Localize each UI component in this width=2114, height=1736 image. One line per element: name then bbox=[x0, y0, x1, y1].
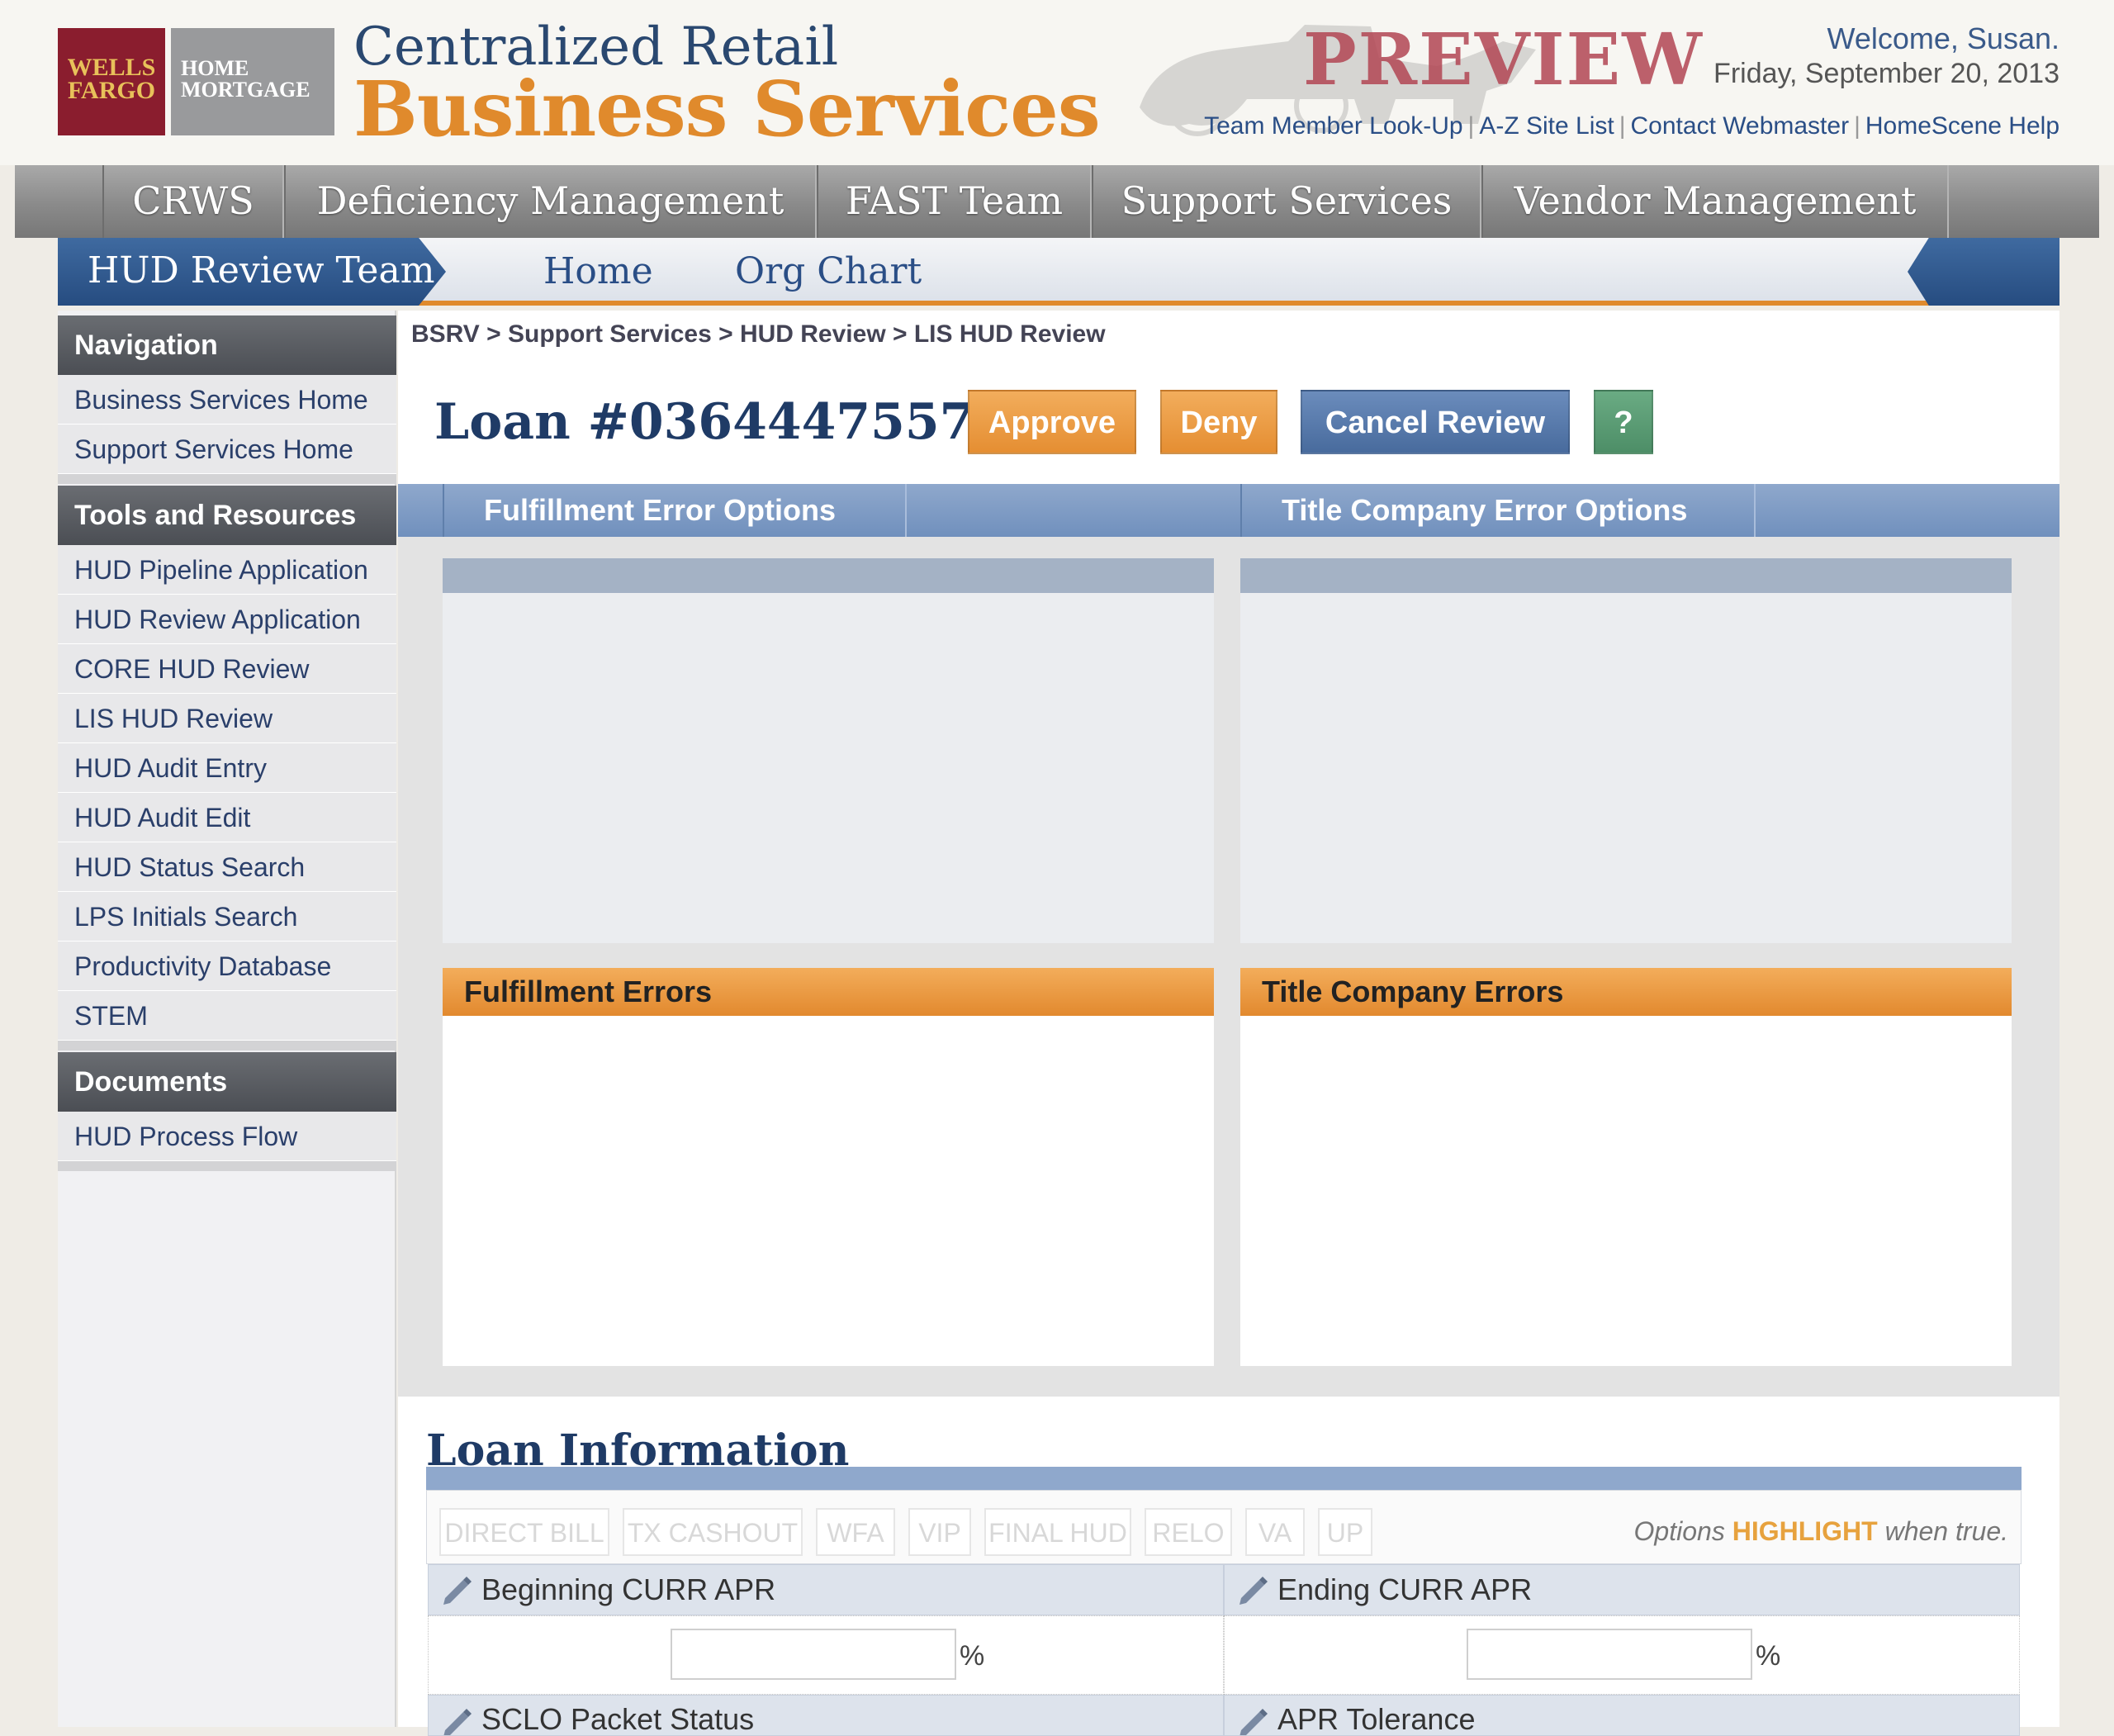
field-label-text: APR Tolerance bbox=[1277, 1702, 1476, 1736]
approve-button[interactable]: Approve bbox=[968, 390, 1136, 454]
option-direct-bill[interactable]: DIRECT BILL bbox=[439, 1508, 609, 1556]
title-company-errors-heading: Title Company Errors bbox=[1240, 968, 2012, 1016]
percent-unit: % bbox=[960, 1640, 985, 1672]
field-label-beginning-curr-apr: Beginning CURR APR bbox=[428, 1564, 1224, 1615]
subnav-end-cap bbox=[1908, 238, 2059, 306]
field-label-sclo-packet-status: SCLO Packet Status bbox=[428, 1695, 1224, 1736]
deny-button[interactable]: Deny bbox=[1160, 390, 1277, 454]
sidebar-item-hud-process-flow[interactable]: HUD Process Flow bbox=[58, 1112, 396, 1161]
option-relo[interactable]: RELO bbox=[1145, 1508, 1232, 1556]
subnav-home[interactable]: Home bbox=[543, 238, 653, 306]
nav-vendor-management[interactable]: Vendor Management bbox=[1481, 165, 1949, 238]
sidebar-item-core-hud-review[interactable]: CORE HUD Review bbox=[58, 644, 396, 694]
link-separator: | bbox=[1619, 112, 1626, 140]
fulfillment-errors-heading: Fulfillment Errors bbox=[443, 968, 1214, 1016]
sidebar-divider bbox=[58, 1161, 396, 1171]
pencil-icon[interactable] bbox=[440, 1573, 473, 1606]
sidebar-heading-navigation: Navigation bbox=[58, 315, 396, 375]
option-tx-cashout[interactable]: TX CASHOUT bbox=[623, 1508, 803, 1556]
title-company-options-panel bbox=[1240, 558, 2012, 943]
sidebar-item-hud-pipeline-application[interactable]: HUD Pipeline Application bbox=[58, 545, 396, 595]
sidebar-divider bbox=[58, 474, 396, 484]
tab-fulfillment-error-options[interactable]: Fulfillment Error Options bbox=[443, 484, 907, 537]
field-label-text: Ending CURR APR bbox=[1277, 1572, 1533, 1606]
option-wfa[interactable]: WFA bbox=[816, 1508, 895, 1556]
note-suffix: when true. bbox=[1884, 1516, 2008, 1546]
sidebar-item-support-services-home[interactable]: Support Services Home bbox=[58, 425, 396, 474]
note-highlight: HIGHLIGHT bbox=[1732, 1516, 1878, 1546]
title-company-options-panel-header bbox=[1240, 558, 2012, 593]
sidebar-heading-documents: Documents bbox=[58, 1052, 396, 1112]
loan-information-bar bbox=[426, 1467, 2022, 1490]
help-button[interactable]: ? bbox=[1594, 390, 1653, 454]
loan-title: Loan #0364447557 bbox=[434, 393, 974, 451]
sidebar-item-hud-audit-edit[interactable]: HUD Audit Edit bbox=[58, 793, 396, 842]
sidebar-divider bbox=[58, 1041, 396, 1051]
sidebar-item-hud-review-application[interactable]: HUD Review Application bbox=[58, 595, 396, 644]
sidebar-item-business-services-home[interactable]: Business Services Home bbox=[58, 375, 396, 425]
current-date: Friday, September 20, 2013 bbox=[1713, 58, 2059, 89]
sidebar-item-lps-initials-search[interactable]: LPS Initials Search bbox=[58, 892, 396, 942]
link-team-member-lookup[interactable]: Team Member Look-Up bbox=[1204, 112, 1462, 140]
option-va[interactable]: VA bbox=[1245, 1508, 1305, 1556]
pencil-icon[interactable] bbox=[440, 1705, 473, 1736]
beginning-curr-apr-input[interactable] bbox=[671, 1629, 956, 1680]
site-title-line2: Business Services bbox=[353, 64, 1101, 154]
field-label-apr-tolerance: APR Tolerance bbox=[1224, 1695, 2020, 1736]
pencil-icon[interactable] bbox=[1236, 1705, 1269, 1736]
preview-watermark: PREVIEW bbox=[1303, 18, 1704, 102]
nav-support-services[interactable]: Support Services bbox=[1092, 165, 1481, 238]
option-vip[interactable]: VIP bbox=[908, 1508, 971, 1556]
link-contact-webmaster[interactable]: Contact Webmaster bbox=[1631, 112, 1850, 140]
fulfillment-options-panel bbox=[443, 558, 1214, 943]
link-az-site-list[interactable]: A-Z Site List bbox=[1479, 112, 1614, 140]
note-prefix: Options bbox=[1633, 1516, 1725, 1546]
fulfillment-errors-list[interactable] bbox=[443, 1016, 1214, 1366]
title-company-errors-list[interactable] bbox=[1240, 1016, 2012, 1366]
field-label-text: Beginning CURR APR bbox=[481, 1572, 776, 1606]
cancel-review-button[interactable]: Cancel Review bbox=[1301, 390, 1570, 454]
sidebar-heading-tools: Tools and Resources bbox=[58, 486, 396, 545]
option-up[interactable]: UP bbox=[1318, 1508, 1372, 1556]
link-separator: | bbox=[1467, 112, 1475, 140]
sidebar-item-hud-audit-entry[interactable]: HUD Audit Entry bbox=[58, 743, 396, 793]
field-label-ending-curr-apr: Ending CURR APR bbox=[1224, 1564, 2020, 1615]
subnav-hud-review-team[interactable]: HUD Review Team bbox=[58, 238, 446, 306]
welcome-message: Welcome, Susan. bbox=[1827, 21, 2059, 55]
link-homescene-help[interactable]: HomeScene Help bbox=[1865, 112, 2059, 140]
option-final-hud[interactable]: FINAL HUD bbox=[984, 1508, 1131, 1556]
sidebar-item-hud-status-search[interactable]: HUD Status Search bbox=[58, 842, 396, 892]
field-label-text: SCLO Packet Status bbox=[481, 1702, 755, 1736]
subnav-org-chart[interactable]: Org Chart bbox=[735, 238, 922, 306]
pencil-icon[interactable] bbox=[1236, 1573, 1269, 1606]
nav-crws[interactable]: CRWS bbox=[102, 165, 284, 238]
link-separator: | bbox=[1854, 112, 1860, 140]
sidebar-item-lis-hud-review[interactable]: LIS HUD Review bbox=[58, 694, 396, 743]
nav-fast-team[interactable]: FAST Team bbox=[817, 165, 1092, 238]
utility-links: Team Member Look-Up | A-Z Site List | Contac… bbox=[1204, 112, 2059, 140]
nav-deficiency-management[interactable]: Deficiency Management bbox=[284, 165, 817, 238]
fulfillment-options-panel-header bbox=[443, 558, 1214, 593]
percent-unit: % bbox=[1756, 1640, 1781, 1672]
wells-fargo-logo[interactable]: WELLS FARGO bbox=[58, 28, 165, 135]
breadcrumb[interactable]: BSRV > Support Services > HUD Review > L… bbox=[411, 320, 1106, 349]
options-highlight-note: Options HIGHLIGHT when true. bbox=[1634, 1516, 2008, 1547]
home-mortgage-logo: HOME MORTGAGE bbox=[171, 28, 334, 135]
sidebar-item-productivity-database[interactable]: Productivity Database bbox=[58, 942, 396, 991]
tab-title-company-error-options[interactable]: Title Company Error Options bbox=[1240, 484, 1756, 537]
sidebar-item-stem[interactable]: STEM bbox=[58, 991, 396, 1041]
ending-curr-apr-input[interactable] bbox=[1467, 1629, 1752, 1680]
